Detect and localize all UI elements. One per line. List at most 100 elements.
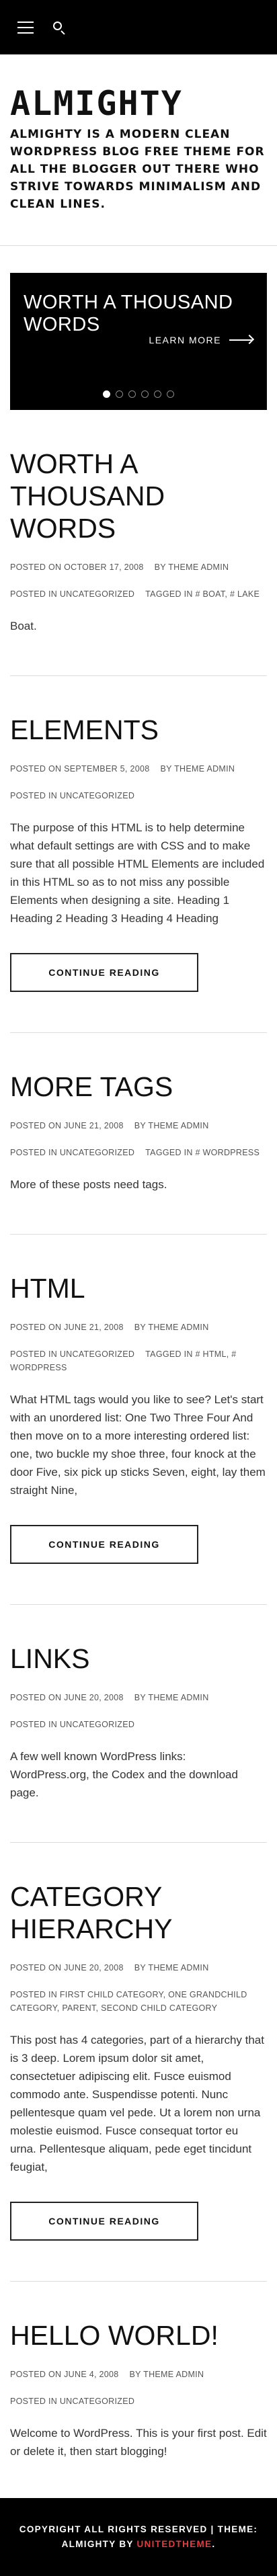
learn-more-link[interactable]: LEARN MORE: [149, 334, 255, 345]
post-title[interactable]: MORE TAGS: [10, 1071, 267, 1103]
post: HELLO WORLD! POSTED ON JUNE 4, 2008 BY THE…: [10, 2282, 267, 2498]
posted-in-label: POSTED IN: [10, 1349, 58, 1359]
post-title[interactable]: ELEMENTS: [10, 714, 267, 746]
post-excerpt: A few well known WordPress links: WordPr…: [10, 1750, 238, 1799]
post: HTML POSTED ON JUNE 21, 2008 BY THEME ADMI…: [10, 1235, 267, 1605]
posted-on-label: POSTED ON: [10, 1693, 62, 1702]
tagged-in-label: TAGGED IN: [145, 1148, 193, 1157]
posted-on-label: POSTED ON: [10, 2370, 62, 2379]
posted-on-label: POSTED ON: [10, 1963, 62, 1972]
by-label: BY: [134, 1963, 146, 1972]
by-label: BY: [134, 1121, 146, 1130]
post-title[interactable]: WORTH A THOUSAND WORDS: [10, 448, 267, 544]
by-label: BY: [129, 2370, 141, 2379]
post-author[interactable]: THEME ADMIN: [174, 764, 235, 774]
post-date[interactable]: JUNE 21, 2008: [64, 1121, 124, 1130]
by-label: BY: [134, 1323, 146, 1332]
post-excerpt: The purpose of this HTML is to help dete…: [10, 821, 265, 925]
post-title[interactable]: HELLO WORLD!: [10, 2319, 267, 2352]
post-categories[interactable]: UNCATEGORIZED: [60, 589, 134, 599]
post-excerpt: This post has 4 categories, part of a hi…: [10, 2034, 264, 2173]
posted-in-label: POSTED IN: [10, 1148, 58, 1157]
post-title[interactable]: CATEGORY HIERARCHY: [10, 1880, 267, 1945]
post-date[interactable]: JUNE 21, 2008: [64, 1323, 124, 1332]
post-meta-date-author: POSTED ON JUNE 20, 2008 BY THEME ADMIN: [10, 1961, 267, 1975]
search-icon[interactable]: [52, 21, 66, 35]
post-author[interactable]: THEME ADMIN: [148, 1323, 208, 1332]
slider-dot-2[interactable]: [116, 390, 123, 398]
post-date[interactable]: SEPTEMBER 5, 2008: [64, 764, 149, 774]
post-author[interactable]: THEME ADMIN: [148, 1121, 208, 1130]
post-date[interactable]: JUNE 4, 2008: [64, 2370, 118, 2379]
posted-on-label: POSTED ON: [10, 563, 62, 572]
posted-in-label: POSTED IN: [10, 1720, 58, 1729]
post-title[interactable]: LINKS: [10, 1643, 267, 1675]
posted-on-label: POSTED ON: [10, 764, 62, 774]
post-excerpt: Boat.: [10, 620, 37, 632]
post-author[interactable]: THEME ADMIN: [143, 2370, 204, 2379]
post-meta-date-author: POSTED ON SEPTEMBER 5, 2008 BY THEME ADMI…: [10, 762, 267, 776]
posted-in-label: POSTED IN: [10, 1990, 58, 1999]
post-meta-taxonomy: POSTED IN UNCATEGORIZED TAGGED IN # HTML,…: [10, 1347, 267, 1374]
by-label: BY: [134, 1693, 146, 1702]
post-author[interactable]: THEME ADMIN: [148, 1693, 208, 1702]
continue-reading-button[interactable]: CONTINUE READING: [10, 953, 198, 992]
posted-on-label: POSTED ON: [10, 1323, 62, 1332]
post-title[interactable]: HTML: [10, 1272, 267, 1304]
posted-in-label: POSTED IN: [10, 791, 58, 800]
post-excerpt: Welcome to WordPress. This is your first…: [10, 2427, 267, 2458]
post-meta-date-author: POSTED ON JUNE 21, 2008 BY THEME ADMIN: [10, 1119, 267, 1132]
post-meta-taxonomy: POSTED IN UNCATEGORIZED TAGGED IN # WORDP…: [10, 1146, 267, 1159]
post: LINKS POSTED ON JUNE 20, 2008 BY THEME ADM…: [10, 1605, 267, 1843]
tagged-in-label: TAGGED IN: [145, 1349, 193, 1359]
post-meta-date-author: POSTED ON JUNE 21, 2008 BY THEME ADMIN: [10, 1321, 267, 1334]
post: MORE TAGS POSTED ON JUNE 21, 2008 BY THEME…: [10, 1033, 267, 1235]
post-tags[interactable]: # WORDPRESS: [195, 1148, 260, 1157]
post-categories[interactable]: UNCATEGORIZED: [60, 791, 134, 800]
post-meta-date-author: POSTED ON JUNE 4, 2008 BY THEME ADMIN: [10, 2368, 267, 2381]
post-categories[interactable]: UNCATEGORIZED: [60, 1349, 134, 1359]
post: WORTH A THOUSAND WORDS POSTED ON OCTOBER …: [10, 410, 267, 676]
site-branding: ALMIGHTY Almighty is a modern clean Word…: [0, 54, 277, 213]
site-description: Almighty is a modern clean WordPress blo…: [10, 128, 265, 211]
posted-on-label: POSTED ON: [10, 1121, 62, 1130]
posted-in-label: POSTED IN: [10, 589, 58, 599]
slide-title[interactable]: WORTH A THOUSAND WORDS: [24, 292, 267, 336]
post-excerpt: More of these posts need tags.: [10, 1178, 167, 1191]
site-title[interactable]: ALMIGHTY: [10, 84, 267, 123]
post-meta-date-author: POSTED ON OCTOBER 17, 2008 BY THEME ADMIN: [10, 560, 267, 574]
slider-pagination: [10, 390, 267, 398]
post-date[interactable]: JUNE 20, 2008: [64, 1693, 124, 1702]
post-author[interactable]: THEME ADMIN: [168, 563, 229, 572]
post-date[interactable]: OCTOBER 17, 2008: [64, 563, 144, 572]
post-categories[interactable]: UNCATEGORIZED: [60, 2397, 134, 2406]
post-meta-taxonomy: POSTED IN FIRST CHILD CATEGORY, ONE GRAN…: [10, 1988, 267, 2015]
slider-dot-1[interactable]: [103, 390, 110, 398]
continue-reading-button[interactable]: CONTINUE READING: [10, 2202, 198, 2241]
posted-in-label: POSTED IN: [10, 2397, 58, 2406]
post-list: WORTH A THOUSAND WORDS POSTED ON OCTOBER …: [0, 410, 277, 2498]
footer-theme-link[interactable]: UNITEDTHEME: [137, 2539, 212, 2549]
post-author[interactable]: THEME ADMIN: [148, 1963, 208, 1972]
post-date[interactable]: JUNE 20, 2008: [64, 1963, 124, 1972]
post-meta-taxonomy: POSTED IN UNCATEGORIZED TAGGED IN # BOAT,…: [10, 587, 267, 601]
hamburger-menu-icon[interactable]: [17, 21, 34, 34]
post-meta-date-author: POSTED ON JUNE 20, 2008 BY THEME ADMIN: [10, 1691, 267, 1704]
header-divider: [0, 245, 277, 246]
post-categories[interactable]: UNCATEGORIZED: [60, 1720, 134, 1729]
slider-dot-3[interactable]: [128, 390, 136, 398]
slider-dot-4[interactable]: [141, 390, 149, 398]
top-navigation-bar: [0, 0, 277, 54]
post: CATEGORY HIERARCHY POSTED ON JUNE 20, 200…: [10, 1843, 267, 2282]
slider-dot-5[interactable]: [154, 390, 161, 398]
site-footer: COPYRIGHT ALL RIGHTS RESERVED | THEME: A…: [0, 2498, 277, 2576]
by-label: BY: [160, 764, 172, 774]
continue-reading-button[interactable]: CONTINUE READING: [10, 1525, 198, 1564]
footer-period: .: [212, 2539, 216, 2549]
learn-more-label: LEARN MORE: [149, 335, 221, 345]
arrow-right-icon: [229, 334, 255, 345]
slider-dot-6[interactable]: [167, 390, 174, 398]
post-meta-taxonomy: POSTED IN UNCATEGORIZED: [10, 2395, 267, 2408]
post-categories[interactable]: UNCATEGORIZED: [60, 1148, 134, 1157]
post-tags[interactable]: # BOAT, # LAKE: [195, 589, 260, 599]
